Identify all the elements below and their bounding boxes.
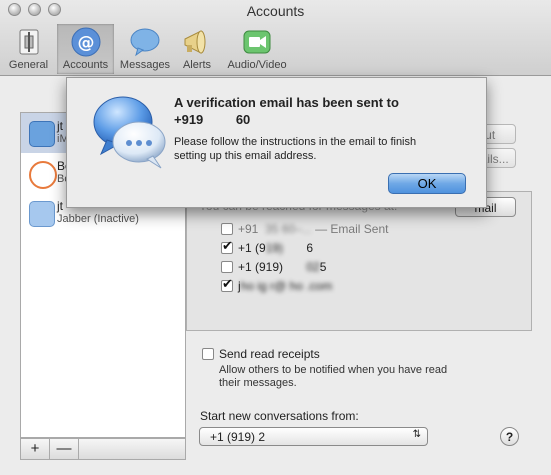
toolbar-label: Audio/Video [227,59,287,71]
address-checkbox[interactable] [221,238,233,254]
window-title: Accounts [246,3,305,19]
chevron-updown-icon: ⇅ [412,429,421,440]
sheet-title-line2: +919 60 [174,112,250,127]
toolbar-audio-video[interactable]: Audio/Video [221,24,293,74]
address-redacted: 02 [283,260,320,274]
bonjour-icon [29,161,57,189]
toolbar-label: General [8,59,49,71]
address-status: — Email Sent [315,222,389,236]
toolbar-messages[interactable]: Messages [118,24,172,74]
address-item: +91 35 60–... — Email Sent [238,222,388,236]
address-suffix: 6 [306,241,314,255]
account-list-controls: + — [20,438,186,460]
address-text: +1 (9 [238,241,266,255]
start-conversations-popup[interactable]: +1 (919) 2 ⇅ [199,427,428,446]
address-checkbox[interactable] [221,276,233,292]
general-icon [13,26,45,58]
toolbar-label: Messages [119,59,171,71]
address-suffix: 5 [319,260,327,274]
sheet-body-line1: Please follow the instructions in the em… [174,136,417,148]
account-name: jt [57,119,63,133]
toolbar-label: Accounts [62,59,109,71]
address-text: +1 (919) [238,260,284,274]
address-redacted: 19) [265,241,307,255]
speech-bubble-icon [29,121,55,147]
toolbar-general[interactable]: General [5,24,52,74]
sheet-body-line2: setting up this email address. [174,150,317,162]
popup-redacted [275,430,318,444]
remove-account-button[interactable]: — [50,439,79,459]
send-read-receipts-label: Send read receipts [219,347,320,361]
account-status: Jabber (Inactive) [57,213,139,225]
sheet-phone-start: +919 [174,112,204,127]
title-bar: Accounts General @ Accounts Messages Ale… [0,0,551,76]
address-item: +1 (919) 6 [238,241,313,255]
address-text: +91 [238,222,259,236]
sheet-phone-redacted [203,112,236,127]
address-redacted: 35 60–... [261,222,312,236]
address-checkbox[interactable] [221,223,233,235]
send-read-desc-1: Allow others to be notified when you hav… [219,364,448,376]
preferences-window: Accounts General @ Accounts Messages Ale… [0,0,551,475]
address-redacted: ho ig r@ ho .com [240,279,333,293]
add-account-button[interactable]: + [21,439,50,459]
speech-bubble-icon [129,26,161,58]
sheet-phone-end: 60 [235,112,251,127]
messages-app-icon [91,92,169,172]
help-button[interactable]: ? [500,427,519,446]
svg-text:@: @ [77,33,94,53]
address-item: +1 (919) 025 [238,260,326,274]
account-name: jt [57,199,63,213]
address-item: jho ig r@ ho .com [238,279,332,293]
start-conversations-label: Start new conversations from: [200,409,359,423]
speech-bubble-icon [29,201,55,227]
sheet-title-line1: A verification email has been sent to [174,95,399,110]
toolbar-accounts[interactable]: @ Accounts [57,24,114,74]
toolbar-label: Alerts [182,59,212,71]
ok-button[interactable]: OK [388,173,466,194]
video-camera-icon [241,26,273,58]
at-sign-icon: @ [70,26,102,58]
send-read-receipts-checkbox[interactable] [202,348,214,360]
megaphone-icon [181,26,213,58]
popup-value: +1 (919) 2 [210,430,266,444]
send-read-desc-2: their messages. [219,377,297,389]
toolbar-alerts[interactable]: Alerts [177,24,217,74]
address-checkbox[interactable] [221,261,233,273]
